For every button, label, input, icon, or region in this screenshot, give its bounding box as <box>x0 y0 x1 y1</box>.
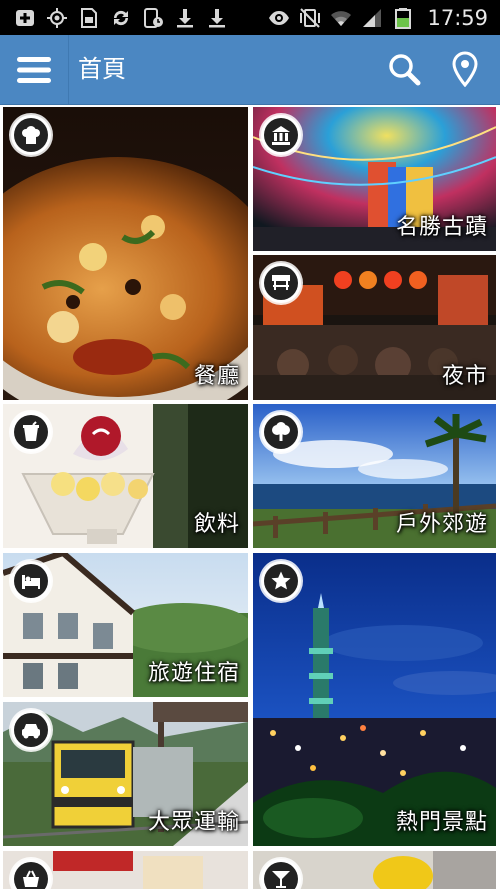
hamburger-menu-icon <box>17 56 51 83</box>
category-tile-shopping[interactable] <box>3 851 248 889</box>
location-button[interactable] <box>443 47 487 91</box>
tile-label: 餐廳 <box>193 364 240 389</box>
location-pin-icon <box>452 51 478 87</box>
tile-label: 大眾運輸 <box>147 810 240 835</box>
badge <box>11 710 51 750</box>
badge <box>261 561 301 601</box>
download-icon <box>206 7 228 29</box>
menu-button[interactable] <box>0 35 68 104</box>
chef-hat-icon <box>22 126 40 144</box>
eye-icon <box>268 7 290 29</box>
category-tile-hot-spots[interactable]: 熱門景點 <box>253 553 496 846</box>
badge <box>11 561 51 601</box>
tree-icon <box>272 422 290 441</box>
add-box-icon <box>14 7 36 29</box>
vibrate-mute-icon <box>299 7 321 29</box>
car-icon <box>22 724 40 739</box>
badge <box>261 263 301 303</box>
screenshot-icon <box>142 7 164 29</box>
temple-icon <box>272 126 290 145</box>
category-tile-historic-sites[interactable]: 名勝古蹟 <box>253 107 496 251</box>
status-bar: 17:59 <box>0 0 500 35</box>
download-icon <box>174 7 196 29</box>
category-tile-public-transit[interactable]: 大眾運輸 <box>3 702 248 846</box>
search-button[interactable] <box>382 47 426 91</box>
badge <box>261 412 301 452</box>
badge <box>11 115 51 155</box>
action-bar: 首頁 <box>0 35 500 104</box>
bed-icon <box>22 575 40 589</box>
category-tile-night-market[interactable]: 夜市 <box>253 255 496 400</box>
badge <box>11 412 51 452</box>
cocktail-icon <box>272 871 290 888</box>
clock: 17:59 <box>427 5 488 30</box>
drink-cup-icon <box>23 421 39 441</box>
tile-label: 旅遊住宿 <box>147 661 240 686</box>
gps-icon <box>46 7 68 29</box>
star-icon <box>271 571 291 590</box>
category-tile-drinks[interactable]: 飲料 <box>3 404 248 548</box>
sim-card-icon <box>78 7 100 29</box>
category-tile-outdoor[interactable]: 戶外郊遊 <box>253 404 496 548</box>
tile-label: 夜市 <box>441 364 488 389</box>
wifi-icon <box>330 7 352 29</box>
category-tile-restaurant[interactable]: 餐廳 <box>3 107 248 400</box>
tile-label: 熱門景點 <box>395 810 488 835</box>
search-icon <box>389 54 421 86</box>
market-stall-icon <box>272 275 290 290</box>
signal-icon <box>361 7 383 29</box>
category-tile-bars[interactable] <box>253 851 496 889</box>
shopping-basket-icon <box>23 870 39 887</box>
tile-label: 名勝古蹟 <box>395 215 488 240</box>
category-tile-lodging[interactable]: 旅遊住宿 <box>3 553 248 697</box>
sync-icon <box>110 7 132 29</box>
page-title: 首頁 <box>78 55 126 83</box>
tile-label: 戶外郊遊 <box>395 512 488 537</box>
badge <box>261 115 301 155</box>
divider <box>68 35 69 104</box>
battery-icon <box>392 7 414 29</box>
tile-label: 飲料 <box>193 512 240 537</box>
